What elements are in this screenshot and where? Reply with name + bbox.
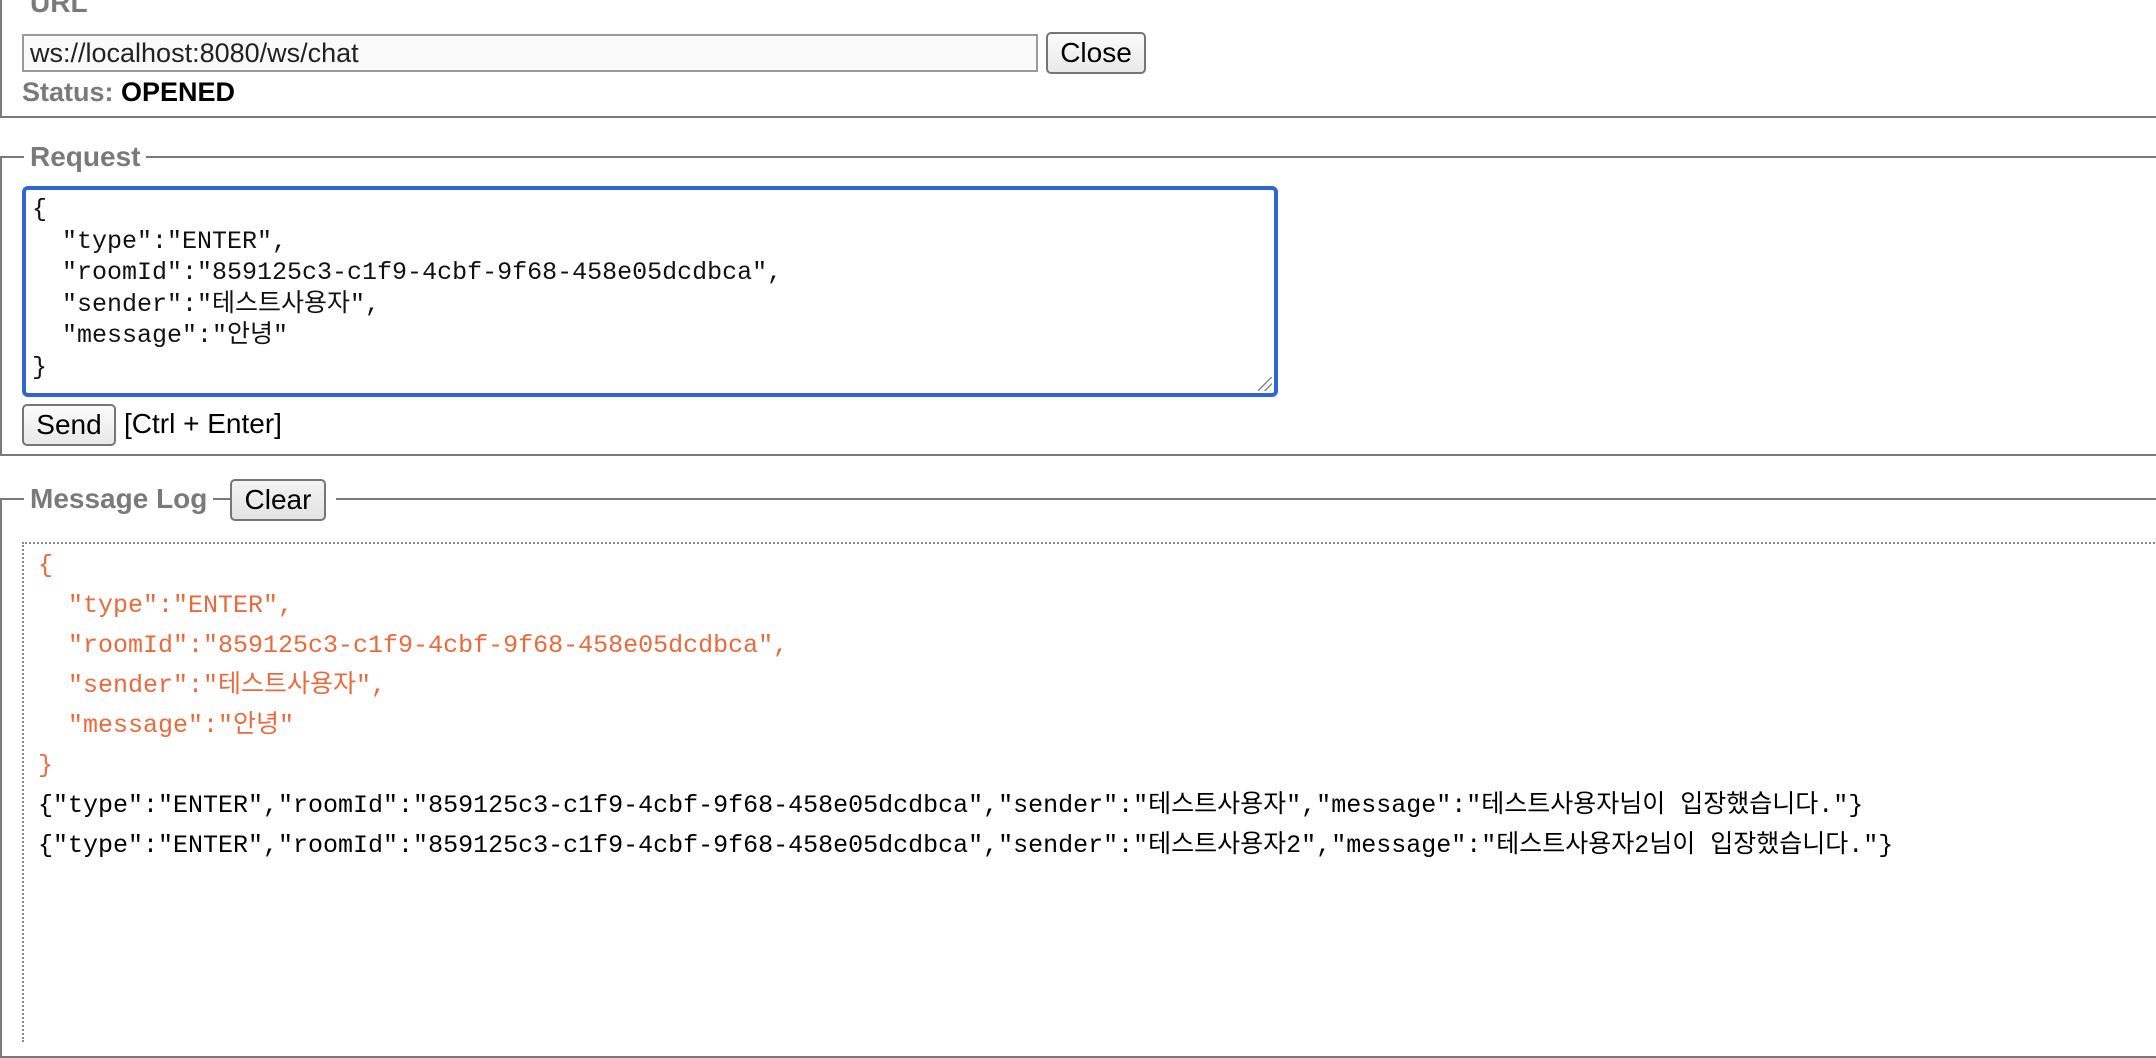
- clear-button[interactable]: Clear: [230, 479, 326, 521]
- log-legend: Message Log: [24, 482, 214, 516]
- connection-status: Status: OPENED: [22, 76, 235, 108]
- request-line: "roomId":"859125c3-c1f9-4cbf-9f68-458e05…: [32, 258, 783, 287]
- request-line: "message":"안녕": [32, 321, 289, 350]
- log-sent-line: "message":"안녕": [38, 711, 295, 740]
- log-received-line: {"type":"ENTER","roomId":"859125c3-c1f9-…: [38, 791, 1864, 820]
- log-sent-line: }: [38, 751, 54, 780]
- request-legend: Request: [24, 140, 147, 174]
- status-label: Status:: [22, 77, 114, 107]
- request-textarea[interactable]: { "type":"ENTER", "roomId":"859125c3-c1f…: [22, 186, 1278, 397]
- resize-grip-icon[interactable]: [1258, 377, 1272, 391]
- url-input[interactable]: ws://localhost:8080/ws/chat: [22, 34, 1038, 72]
- log-sent-line: "type":"ENTER",: [38, 591, 294, 620]
- log-sent-line: "sender":"테스트사용자",: [38, 671, 387, 700]
- request-line: "sender":"테스트사용자",: [32, 289, 381, 319]
- log-received-line: {"type":"ENTER","roomId":"859125c3-c1f9-…: [38, 831, 1894, 860]
- send-button[interactable]: Send: [22, 404, 116, 446]
- url-legend: URL: [24, 0, 94, 20]
- log-legend-gap: [326, 490, 336, 510]
- request-line: {: [32, 195, 48, 224]
- status-value: OPENED: [121, 77, 236, 107]
- message-log[interactable]: { "type":"ENTER", "roomId":"859125c3-c1f…: [22, 542, 2156, 1042]
- request-line: "type":"ENTER",: [32, 226, 288, 256]
- log-sent-line: {: [38, 551, 54, 580]
- shortcut-hint: [Ctrl + Enter]: [124, 408, 282, 439]
- request-line: }: [32, 352, 48, 382]
- close-button[interactable]: Close: [1046, 32, 1146, 74]
- url-panel: URL ws://localhost:8080/ws/chat Close St…: [0, 0, 2156, 120]
- log-sent-line: "roomId":"859125c3-c1f9-4cbf-9f68-458e05…: [38, 631, 789, 660]
